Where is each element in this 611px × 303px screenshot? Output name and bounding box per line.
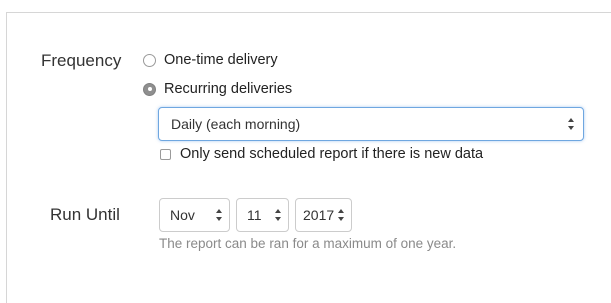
year-select[interactable]: 2017 — [295, 198, 352, 232]
run-until-label: Run Until — [50, 205, 120, 224]
radio-option-one-time[interactable]: One-time delivery — [143, 52, 278, 68]
select-arrows-icon — [275, 209, 282, 221]
only-new-data-label: Only send scheduled report if there is n… — [180, 146, 484, 162]
run-until-help-text: The report can be ran for a maximum of o… — [159, 236, 457, 251]
radio-button-one-time[interactable] — [143, 53, 156, 67]
day-select-value: 11 — [247, 207, 262, 223]
select-arrows-icon — [568, 118, 575, 130]
radio-button-recurring[interactable] — [143, 82, 156, 96]
select-arrows-icon — [338, 209, 345, 221]
radio-label-recurring: Recurring deliveries — [164, 81, 293, 97]
month-select-value: Nov — [170, 207, 195, 223]
schedule-select-value: Daily (each morning) — [171, 116, 301, 132]
frequency-label: Frequency — [41, 51, 122, 70]
radio-option-recurring[interactable]: Recurring deliveries — [143, 81, 292, 97]
only-new-data-option[interactable]: Only send scheduled report if there is n… — [160, 146, 483, 162]
radio-label-one-time: One-time delivery — [164, 52, 278, 68]
select-arrows-icon — [216, 209, 223, 221]
only-new-data-checkbox[interactable] — [160, 148, 171, 160]
month-select[interactable]: Nov — [159, 198, 230, 232]
schedule-select[interactable]: Daily (each morning) — [158, 107, 584, 141]
day-select[interactable]: 11 — [236, 198, 289, 232]
year-select-value: 2017 — [303, 207, 335, 223]
